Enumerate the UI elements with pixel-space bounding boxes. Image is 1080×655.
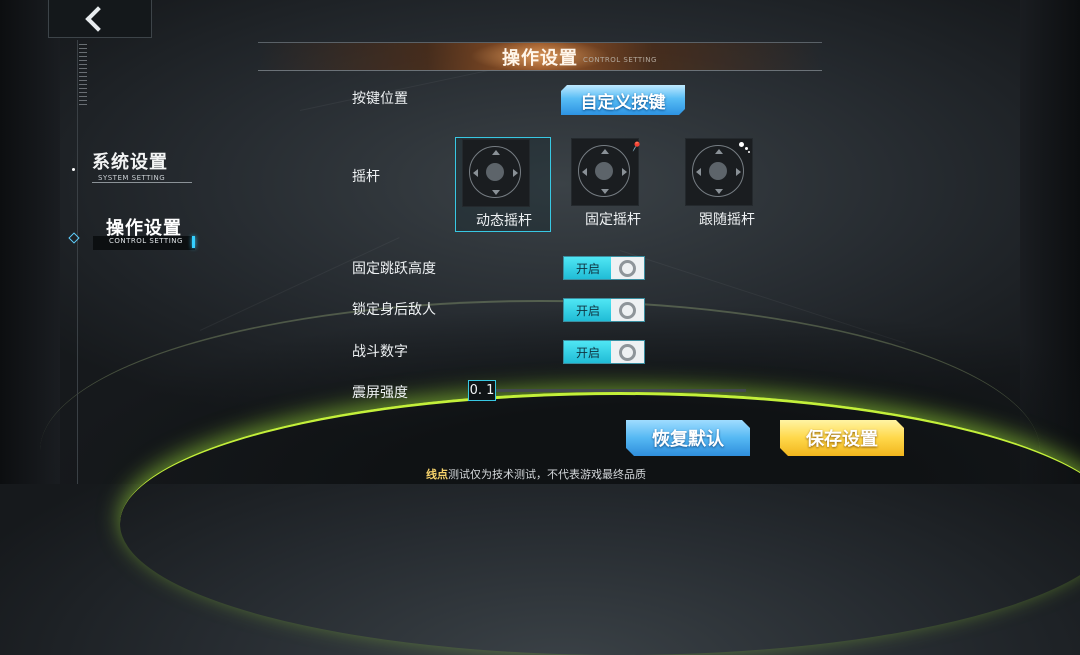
toggle-knob bbox=[611, 257, 644, 279]
joystick-option-label: 固定摇杆 bbox=[585, 212, 641, 228]
follow-dots-icon bbox=[739, 142, 751, 153]
follow-joystick-icon bbox=[685, 138, 753, 206]
sidebar-item-label: 系统设置 bbox=[92, 152, 168, 173]
joystick-option-label: 动态摇杆 bbox=[476, 213, 532, 229]
key-position-label: 按键位置 bbox=[352, 91, 408, 107]
restore-default-button[interactable]: 恢复默认 bbox=[626, 420, 750, 456]
screen-shake-slider[interactable] bbox=[494, 389, 746, 392]
toggle-knob bbox=[611, 299, 644, 321]
save-settings-button[interactable]: 保存设置 bbox=[780, 420, 904, 456]
sidebar-item-sublabel: CONTROL SETTING bbox=[109, 237, 183, 245]
sidebar-rule bbox=[77, 40, 78, 484]
sidebar-item-system-setting[interactable]: 系统设置 SYSTEM SETTING bbox=[92, 148, 192, 183]
toggle-knob bbox=[611, 341, 644, 363]
joystick-option-dynamic[interactable]: 动态摇杆 bbox=[455, 137, 551, 232]
toggle-on-label: 开启 bbox=[564, 257, 612, 279]
sidebar-ticks bbox=[79, 44, 87, 106]
custom-keys-button[interactable]: 自定义按键 bbox=[561, 85, 685, 115]
header-bottom-line bbox=[258, 70, 822, 71]
page-subtitle: CONTROL SETTING bbox=[583, 56, 657, 64]
dynamic-joystick-icon bbox=[462, 139, 530, 207]
joystick-option-label: 跟随摇杆 bbox=[699, 212, 755, 228]
joystick-label: 摇杆 bbox=[352, 169, 380, 185]
sidebar-item-underline bbox=[92, 182, 192, 183]
footer-notice: 线点测试仅为技术测试，不代表游戏最终品质 bbox=[426, 466, 646, 482]
fixed-jump-height-toggle[interactable]: 开启 bbox=[563, 256, 645, 280]
sidebar-item-sublabel: SYSTEM SETTING bbox=[98, 174, 166, 182]
joystick-option-fixed[interactable]: 📍 固定摇杆 bbox=[565, 137, 661, 232]
lock-rear-enemy-label: 锁定身后敌人 bbox=[352, 302, 436, 318]
battle-numbers-label: 战斗数字 bbox=[352, 344, 408, 360]
back-button[interactable] bbox=[48, 0, 152, 38]
battle-numbers-toggle[interactable]: 开启 bbox=[563, 340, 645, 364]
bg-green-glow-arc bbox=[120, 392, 1080, 655]
pin-icon: 📍 bbox=[627, 139, 644, 156]
screen-shake-label: 震屏强度 bbox=[352, 385, 408, 401]
footer-text: 测试仅为技术测试，不代表游戏最终品质 bbox=[448, 468, 646, 481]
active-indicator bbox=[192, 236, 195, 248]
nav-marker-dot bbox=[72, 168, 75, 171]
fixed-joystick-icon: 📍 bbox=[571, 138, 643, 206]
screen-shake-value[interactable]: 0. 1 bbox=[468, 380, 496, 401]
footer-brand: 线点 bbox=[426, 468, 448, 481]
fixed-jump-height-label: 固定跳跃高度 bbox=[352, 261, 436, 277]
lock-rear-enemy-toggle[interactable]: 开启 bbox=[563, 298, 645, 322]
toggle-on-label: 开启 bbox=[564, 341, 612, 363]
chevron-left-icon bbox=[85, 5, 111, 32]
toggle-on-label: 开启 bbox=[564, 299, 612, 321]
joystick-option-follow[interactable]: 跟随摇杆 bbox=[679, 137, 775, 232]
page-title: 操作设置 bbox=[502, 48, 578, 69]
sidebar-item-control-setting[interactable]: 操作设置 CONTROL SETTING bbox=[93, 214, 197, 252]
